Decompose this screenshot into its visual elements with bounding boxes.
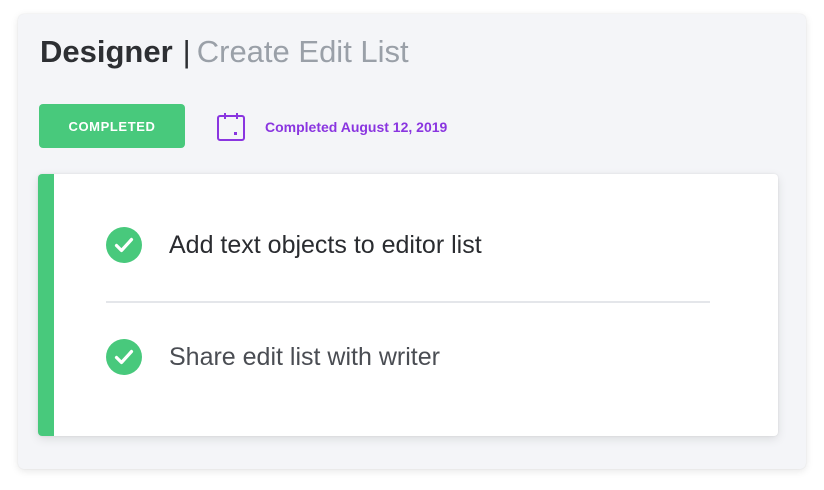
status-badge: COMPLETED: [39, 104, 185, 148]
task-card: Designer | Create Edit List COMPLETED Comp…: [18, 14, 806, 469]
checklist-item-label: Add text objects to editor list: [169, 231, 482, 259]
check-circle-icon: [106, 227, 142, 263]
divider: [106, 301, 710, 303]
checklist-item[interactable]: Add text objects to editor list: [106, 227, 482, 263]
completed-date: Completed August 12, 2019: [265, 119, 448, 135]
task-title: Create Edit List: [196, 34, 409, 69]
check-circle-icon: [106, 339, 142, 375]
role-title: Designer: [40, 34, 173, 69]
task-checklist: Add text objects to editor list Share ed…: [38, 174, 778, 436]
calendar-icon: [217, 113, 245, 141]
status-accent-bar: [38, 174, 54, 436]
page-title: Designer | Create Edit List: [40, 32, 409, 72]
checklist-item[interactable]: Share edit list with writer: [106, 339, 440, 375]
checklist-item-label: Share edit list with writer: [169, 343, 440, 371]
title-separator: |: [182, 34, 191, 69]
